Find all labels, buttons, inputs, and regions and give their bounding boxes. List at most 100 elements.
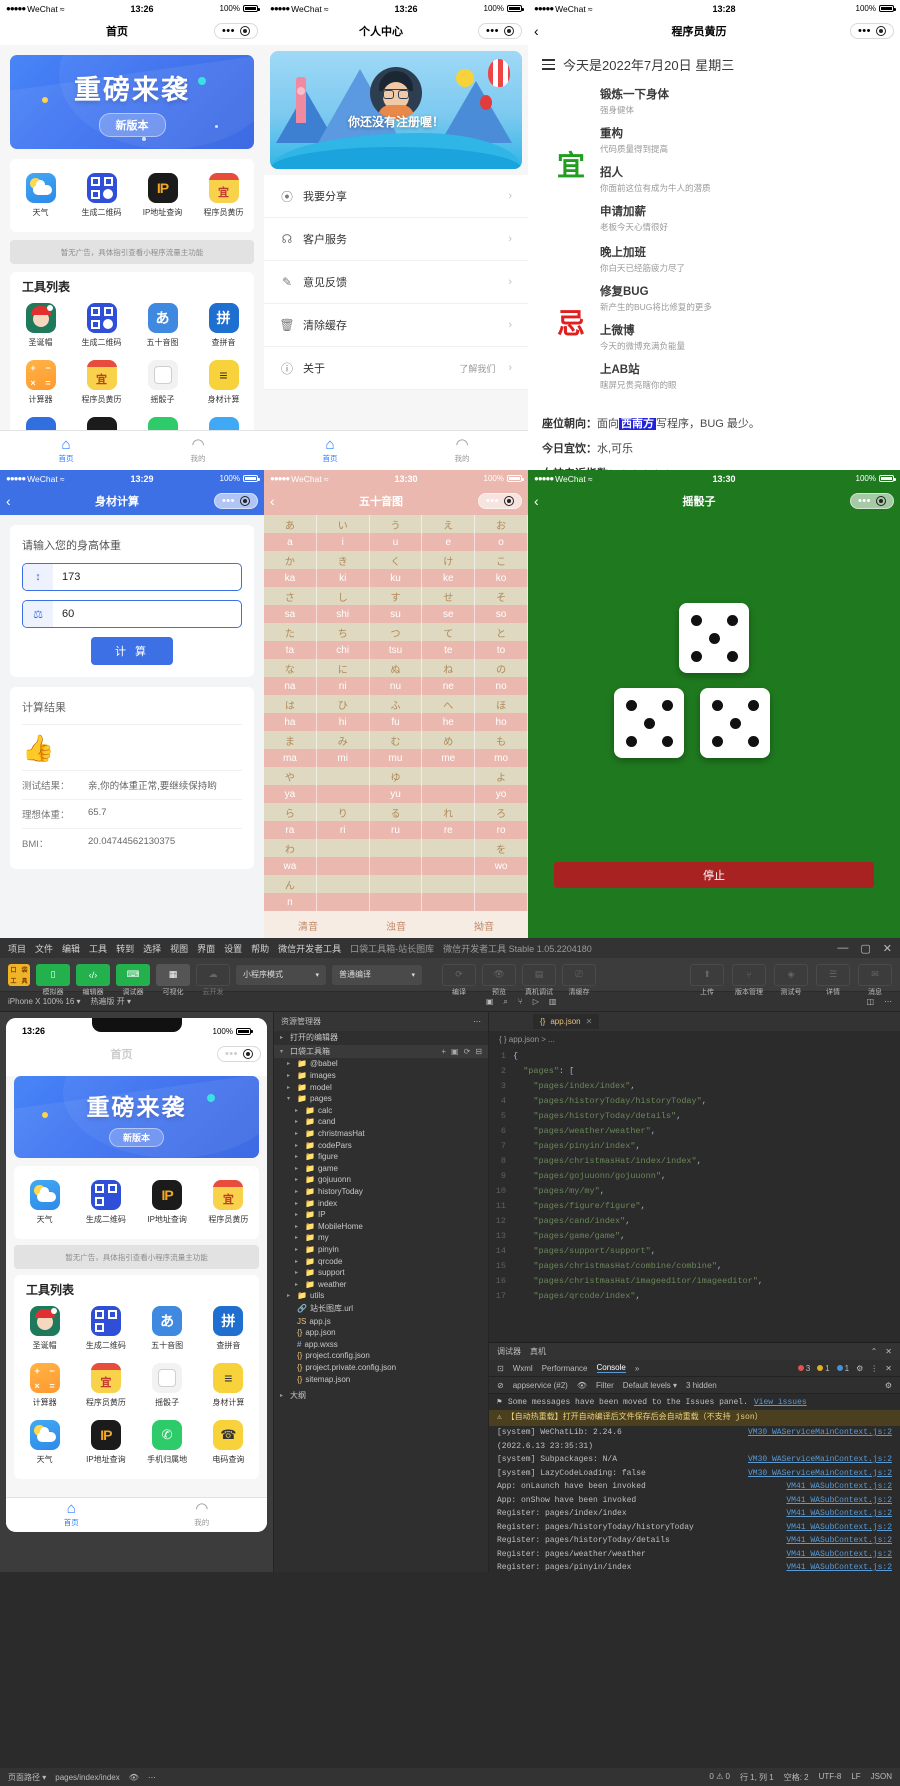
tree-item[interactable]: {}project.config.json [274,1350,488,1362]
kana-cell[interactable]: わ [264,839,317,857]
kana-cell[interactable]: と [475,623,528,641]
language-mode[interactable]: JSON [871,1772,892,1783]
search-icon[interactable]: ⌕ [503,997,507,1007]
kana-cell[interactable]: め [422,731,475,749]
sim-tool-qr2[interactable]: 生成二维码 [75,1300,136,1357]
menu-item-feedback[interactable]: ✎ 意见反馈 › [264,261,528,304]
simulator-icon[interactable]: ▯ [36,964,70,986]
romaji-cell[interactable]: ri [317,821,370,839]
devtools-inspect-icon[interactable]: ⊡ [497,1364,504,1373]
tool-qrcode2[interactable]: 生成二维码 [71,297,132,354]
cloud-icon[interactable]: ☁ [196,964,230,986]
die[interactable] [614,688,684,758]
tool-body[interactable]: ≡ 身材计算 [193,354,254,411]
menu-file[interactable]: 文件 [35,942,53,955]
tree-item[interactable]: ▸📁index [274,1197,488,1209]
romaji-cell[interactable]: he [422,713,475,731]
view-issues-link[interactable]: View issues [754,1396,807,1410]
stop-button[interactable]: 停止 [554,862,874,888]
kana-cell[interactable]: ん [264,875,317,893]
compile-select[interactable]: 普通编译▾ [332,965,422,985]
kana-cell[interactable]: も [475,731,528,749]
refresh-icon[interactable]: ⟳ [464,1047,471,1056]
kana-cell[interactable]: つ [370,623,423,641]
tree-item[interactable]: ▸📁utils [274,1290,488,1302]
kana-cell[interactable]: れ [422,803,475,821]
new-file-icon[interactable]: + [441,1047,446,1056]
die[interactable] [700,688,770,758]
realdevice-tab[interactable]: 真机 [530,1346,546,1357]
tab-mine[interactable]: ◠ 我的 [396,431,528,470]
warning-count[interactable]: 1 [817,1364,829,1373]
kana-cell[interactable]: う [370,515,423,533]
more-actions-icon[interactable]: ⋯ [884,997,892,1007]
promo-banner[interactable]: 重磅来袭 新版本 [10,55,254,149]
romaji-cell[interactable]: mu [370,749,423,767]
kana-cell[interactable]: ろ [475,803,528,821]
romaji-cell[interactable]: ne [422,677,475,695]
tree-item[interactable]: ▸📁christmasHat [274,1128,488,1140]
branch-icon[interactable]: ⑂ [732,964,766,986]
tab-home[interactable]: ⌂ 首页 [264,431,396,470]
sim-tool-kana[interactable]: あ 五十音图 [137,1300,198,1357]
kana-btn-seion[interactable]: 清音 [264,918,352,933]
kana-cell[interactable]: に [317,659,370,677]
close-icon[interactable]: ✕ [586,1017,593,1026]
romaji-cell[interactable]: u [370,533,423,551]
tree-item[interactable]: 🔗站长图库.url [274,1302,488,1316]
close-target-icon[interactable] [504,496,514,506]
die[interactable] [679,603,749,673]
romaji-cell[interactable] [370,857,423,875]
romaji-cell[interactable]: ma [264,749,317,767]
close-target-icon[interactable] [876,26,886,36]
status-menu-icon[interactable]: ⋯ [148,1773,156,1782]
console-source-link[interactable]: VM30 WAServiceMainContext.js:2 [748,1467,892,1481]
close-target-icon[interactable] [876,496,886,506]
kana-cell[interactable]: ま [264,731,317,749]
kana-cell[interactable]: た [264,623,317,641]
encoding[interactable]: UTF-8 [819,1772,842,1783]
kana-cell[interactable] [422,839,475,857]
sim-tool-weather[interactable]: 天气 [14,1174,75,1231]
kana-cell[interactable] [370,839,423,857]
editor-icon[interactable]: ‹/› [76,964,110,986]
context-select[interactable]: appservice (#2) [513,1381,568,1390]
romaji-cell[interactable]: o [475,533,528,551]
tab-wxml[interactable]: Wxml [513,1364,533,1373]
romaji-cell[interactable] [317,785,370,803]
console-settings-icon[interactable]: ⚙ [856,1364,863,1373]
console-settings2-icon[interactable]: ⚙ [885,1381,892,1390]
code-content[interactable]: 1{2 "pages": [3 "pages/index/index",4 "p… [489,1047,900,1342]
romaji-cell[interactable]: su [370,605,423,623]
close-window-button[interactable]: ✕ [883,942,892,955]
tree-item[interactable]: ▸📁game [274,1163,488,1175]
tree-item[interactable]: ▸📁calc [274,1105,488,1117]
menu-ui[interactable]: 界面 [197,942,215,955]
tree-item[interactable]: ▸📁codePars [274,1139,488,1151]
romaji-cell[interactable]: ru [370,821,423,839]
menu-item-about[interactable]: ⓘ 关于 了解我们 › [264,347,528,390]
sim-tool-cal2[interactable]: 宜 程序员黄历 [75,1357,136,1414]
scm-icon[interactable]: ⑂ [518,997,523,1007]
kana-cell[interactable] [317,767,370,785]
tree-open-editors[interactable]: ▸ 打开的编辑器 [274,1031,488,1045]
romaji-cell[interactable]: ka [264,569,317,587]
close-target-icon[interactable] [240,496,250,506]
kana-cell[interactable]: お [475,515,528,533]
kana-cell[interactable]: し [317,587,370,605]
kana-cell[interactable]: こ [475,551,528,569]
hotreload-select[interactable]: 热遍版 开 ▾ [91,996,131,1007]
refresh-icon[interactable]: ⟳ [442,964,476,986]
more-icon[interactable]: ••• [858,27,871,35]
mini-program-capsule[interactable]: ••• [214,493,258,509]
tree-item[interactable]: ▸📁MobileHome [274,1221,488,1233]
kana-cell[interactable] [422,875,475,893]
close-target-icon[interactable] [240,26,250,36]
error-count[interactable]: 3 [798,1364,810,1373]
kana-cell[interactable]: は [264,695,317,713]
tool-weather[interactable]: 天气 [10,167,71,224]
sim-tool-body[interactable]: ≡ 身材计算 [198,1357,259,1414]
romaji-cell[interactable]: te [422,641,475,659]
romaji-cell[interactable]: wa [264,857,317,875]
kana-cell[interactable]: せ [422,587,475,605]
